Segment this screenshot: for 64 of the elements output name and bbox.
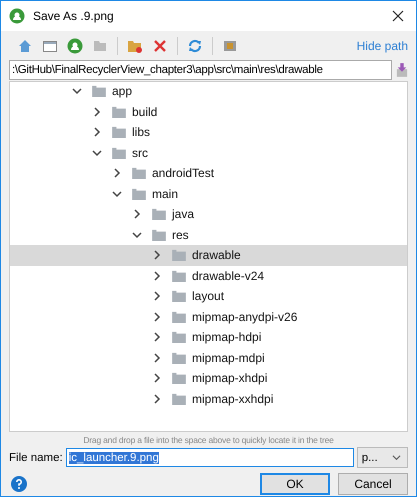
folder-icon: [172, 249, 186, 262]
chevron-down-icon[interactable]: [132, 230, 142, 240]
tree-item[interactable]: libs: [10, 122, 407, 142]
format-dropdown[interactable]: p...: [356, 447, 408, 468]
tree-item[interactable]: app: [10, 82, 407, 102]
folder-icon: [112, 146, 126, 159]
folder-icon: [172, 331, 186, 344]
tree-item[interactable]: mipmap-anydpi-v26: [10, 306, 407, 327]
help-icon[interactable]: [11, 476, 27, 492]
file-name-field[interactable]: ic_launcher.9.png: [66, 448, 354, 467]
tree-item[interactable]: res: [10, 224, 407, 245]
hint-text: Drag and drop a file into the space above to quickly locate it in the tree: [82, 435, 335, 445]
tree-item[interactable]: layout: [10, 286, 407, 306]
chevron-right-icon[interactable]: [152, 270, 162, 281]
home-icon[interactable]: [17, 38, 33, 54]
folder-icon: [112, 106, 126, 118]
delete-icon[interactable]: [152, 38, 168, 54]
chevron-right-icon[interactable]: [132, 209, 142, 220]
hide-path-link[interactable]: Hide path: [356, 38, 408, 52]
chevron-down-icon[interactable]: [72, 86, 82, 96]
folder-icon: [172, 310, 186, 323]
tree-item[interactable]: mipmap-hdpi: [10, 327, 407, 348]
tree-item[interactable]: java: [10, 204, 407, 224]
path-field[interactable]: :\GitHub\FinalRecyclerView_chapter3\app\src\main\res\drawable: [9, 60, 392, 80]
tree-item[interactable]: mipmap-xhdpi: [10, 368, 407, 388]
chevron-down-icon: [392, 453, 401, 462]
folder-icon: [172, 392, 186, 405]
folder-icon: [132, 167, 146, 180]
tree-item[interactable]: build: [10, 102, 407, 122]
download-icon[interactable]: [396, 62, 408, 78]
folder-icon: [172, 270, 186, 282]
file-name-label: File name:: [9, 452, 63, 464]
chevron-right-icon[interactable]: [152, 394, 162, 404]
chevron-right-icon[interactable]: [152, 312, 162, 322]
chevron-right-icon[interactable]: [152, 332, 162, 342]
close-icon[interactable]: [392, 10, 404, 22]
tree-item[interactable]: mipmap-mdpi: [10, 348, 407, 368]
chevron-down-icon[interactable]: [92, 148, 102, 158]
tree-item[interactable]: androidTest: [10, 163, 407, 184]
dialog-button[interactable]: OK: [260, 473, 330, 495]
window-title: Save As .9.png: [33, 9, 114, 23]
folder-icon: [92, 85, 106, 98]
folder-icon: [172, 290, 186, 302]
folder-icon: [152, 208, 166, 220]
tree-item[interactable]: src: [10, 142, 407, 163]
chevron-right-icon[interactable]: [152, 291, 162, 302]
chevron-right-icon[interactable]: [92, 106, 102, 117]
chevron-down-icon[interactable]: [112, 188, 122, 199]
tree-item[interactable]: drawable: [10, 245, 407, 266]
tree-item[interactable]: drawable-v24: [10, 266, 407, 286]
chevron-right-icon[interactable]: [152, 352, 162, 363]
chevron-right-icon[interactable]: [152, 373, 162, 384]
tree-item[interactable]: mipmap-xxhdpi: [10, 388, 407, 409]
folder-icon: [172, 372, 186, 384]
folder-icon: [152, 228, 166, 241]
chevron-right-icon[interactable]: [152, 250, 162, 260]
refresh-icon[interactable]: [187, 38, 203, 54]
dialog-button[interactable]: Cancel: [338, 473, 408, 495]
folder-icon: [172, 352, 186, 364]
folder-icon: [112, 126, 126, 138]
chevron-right-icon[interactable]: [112, 168, 122, 178]
chevron-right-icon[interactable]: [92, 127, 102, 138]
folder-icon: [132, 188, 146, 200]
tree-item[interactable]: main: [10, 184, 407, 204]
